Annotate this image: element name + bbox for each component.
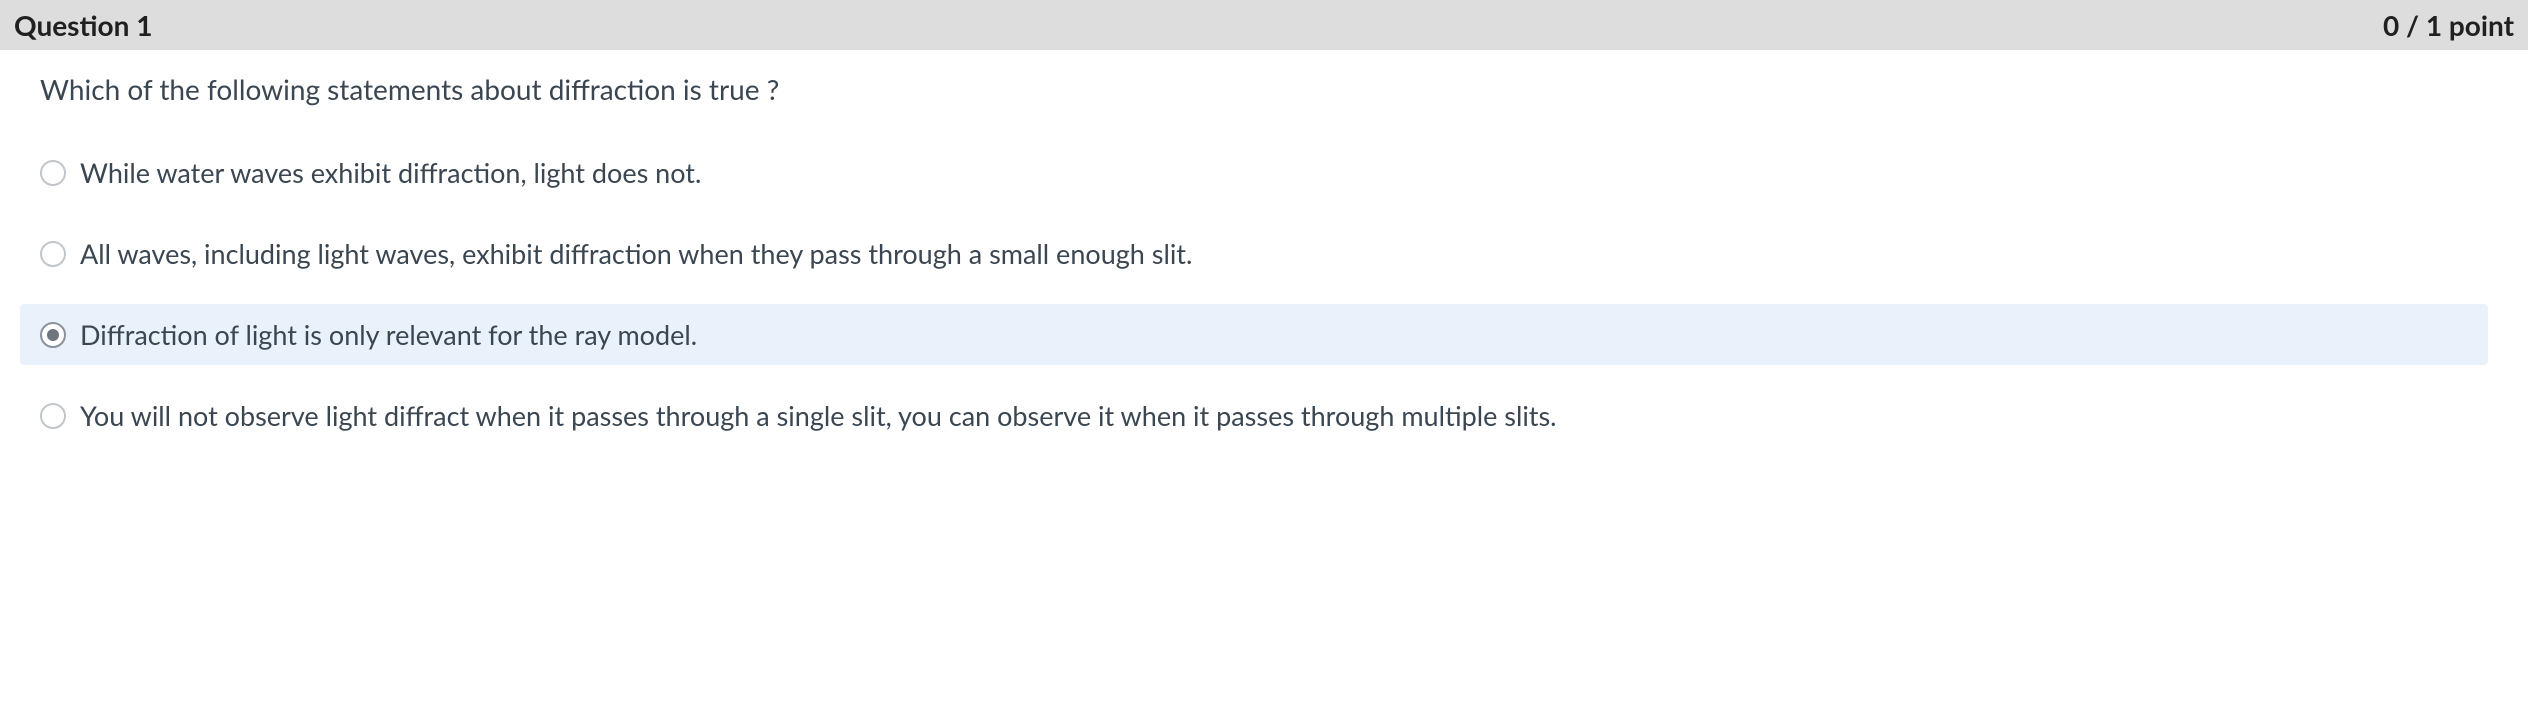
- radio-icon: [40, 160, 66, 186]
- question-text: Which of the following statements about …: [40, 72, 2488, 106]
- question-title: Question 1: [14, 8, 152, 42]
- options-list: While water waves exhibit diffraction, l…: [20, 142, 2488, 446]
- question-header: Question 1 0 / 1 point: [0, 0, 2528, 50]
- option-label: You will not observe light diffract when…: [80, 399, 1557, 432]
- radio-icon: [40, 403, 66, 429]
- option-label: Diffraction of light is only relevant fo…: [80, 318, 697, 351]
- option-3[interactable]: You will not observe light diffract when…: [20, 385, 2488, 446]
- question-points: 0 / 1 point: [2383, 8, 2514, 42]
- option-label: While water waves exhibit diffraction, l…: [80, 156, 701, 189]
- option-1[interactable]: All waves, including light waves, exhibi…: [20, 223, 2488, 284]
- option-0[interactable]: While water waves exhibit diffraction, l…: [20, 142, 2488, 203]
- radio-icon: [40, 241, 66, 267]
- radio-icon: [40, 322, 66, 348]
- option-label: All waves, including light waves, exhibi…: [80, 237, 1192, 270]
- option-2[interactable]: Diffraction of light is only relevant fo…: [20, 304, 2488, 365]
- question-body: Which of the following statements about …: [0, 50, 2528, 446]
